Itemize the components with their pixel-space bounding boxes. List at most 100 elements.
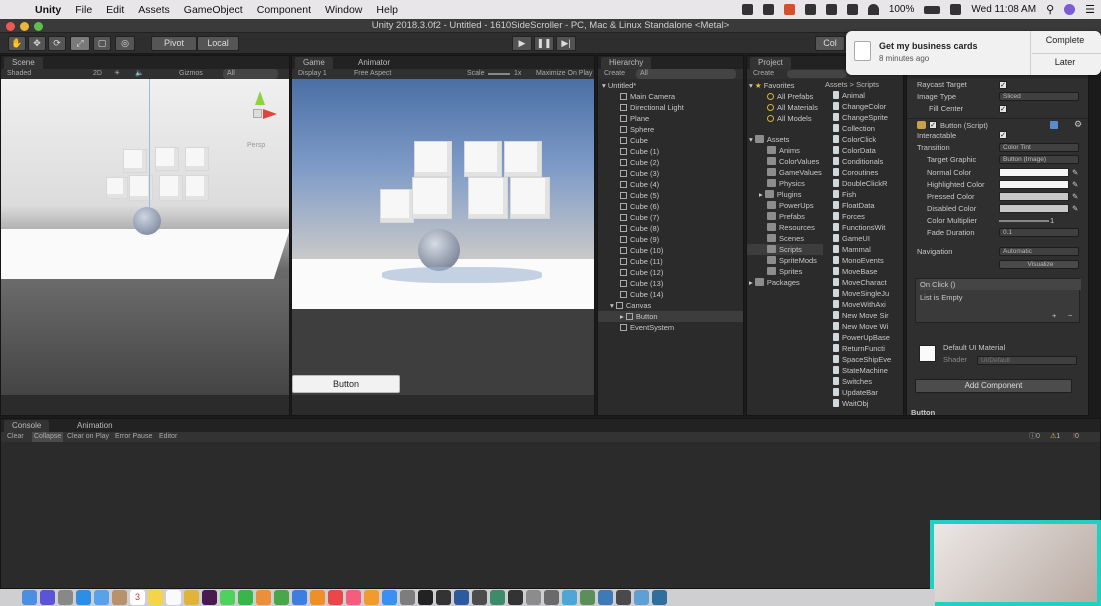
app-icon[interactable]	[490, 590, 505, 605]
sphere-object[interactable]	[418, 229, 460, 271]
reminders-icon[interactable]	[166, 590, 181, 605]
app-icon[interactable]	[616, 590, 631, 605]
plane-object[interactable]	[1, 229, 289, 279]
project-create-dropdown[interactable]: Create	[753, 69, 774, 79]
messages-icon[interactable]	[220, 590, 235, 605]
photos-icon[interactable]	[256, 590, 271, 605]
news-icon[interactable]	[328, 590, 343, 605]
cube-object[interactable]	[380, 189, 414, 223]
hierarchy-item[interactable]: Plane	[620, 113, 649, 124]
notes-icon[interactable]	[148, 590, 163, 605]
script-file[interactable]: SpaceShipEve	[833, 354, 891, 365]
favorites-folder[interactable]: ▾ ★ Favorites	[749, 80, 795, 91]
favorite-item[interactable]: All Prefabs	[767, 91, 813, 102]
display-dropdown[interactable]: Display 1	[298, 69, 327, 79]
pause-button[interactable]: ❚❚	[534, 36, 554, 51]
battery-icon[interactable]	[924, 5, 941, 14]
script-file[interactable]: New Move Wi	[833, 321, 888, 332]
cube-object[interactable]	[412, 177, 452, 219]
hierarchy-item[interactable]: Cube (1)	[620, 146, 659, 157]
color-multiplier-value[interactable]: 1	[1050, 215, 1054, 226]
spotlight-search-icon[interactable]: ⚲	[1046, 3, 1054, 16]
script-file[interactable]: MonoEvents	[833, 255, 884, 266]
cube-object[interactable]	[185, 175, 209, 201]
eyedropper-icon[interactable]: ✎	[1072, 191, 1078, 202]
packages-folder[interactable]: ▸ Packages	[749, 277, 800, 288]
asset-folder[interactable]: Scenes	[767, 233, 804, 244]
app-icon[interactable]	[580, 590, 595, 605]
cube-object[interactable]	[159, 175, 183, 201]
maximize-on-play-toggle[interactable]: Maximize On Play	[536, 69, 592, 79]
pressed-color-swatch[interactable]	[999, 192, 1069, 201]
normal-color-swatch[interactable]	[999, 168, 1069, 177]
clock[interactable]: Wed 11:08 AM	[971, 4, 1036, 15]
assets-folder[interactable]: ▾ Assets	[749, 134, 789, 145]
siri-icon[interactable]	[1064, 4, 1076, 15]
remove-event-button[interactable]: −	[1068, 310, 1072, 321]
script-file[interactable]: ChangeSprite	[833, 112, 888, 123]
aspect-dropdown[interactable]: Free Aspect	[354, 69, 391, 79]
tray-app-icon[interactable]	[783, 4, 795, 15]
script-file[interactable]: ReturnFuncti	[833, 343, 885, 354]
hierarchy-item[interactable]: EventSystem	[620, 322, 674, 333]
favorite-item[interactable]: All Models	[767, 113, 812, 124]
button-component-header[interactable]: ✓ Button (Script) ⚙	[907, 118, 1088, 130]
safari-icon[interactable]	[76, 590, 91, 605]
system-preferences-icon[interactable]	[400, 590, 415, 605]
script-file[interactable]: UpdateBar	[833, 387, 878, 398]
shader-dropdown[interactable]: UI/Default	[977, 356, 1077, 365]
disabled-color-swatch[interactable]	[999, 204, 1069, 213]
asset-folder[interactable]: Physics	[767, 178, 805, 189]
visualize-button[interactable]: Visualize	[999, 260, 1079, 269]
menu-help[interactable]: Help	[376, 4, 398, 16]
button-component-enabled-checkbox[interactable]: ✓	[929, 121, 937, 129]
add-component-button[interactable]: Add Component	[915, 379, 1072, 393]
menu-file[interactable]: File	[75, 4, 92, 16]
shading-mode-dropdown[interactable]: Shaded	[7, 69, 31, 79]
hierarchy-item[interactable]: Cube (2)	[620, 157, 659, 168]
scene-viewport[interactable]: Persp	[1, 79, 289, 395]
slack-icon[interactable]	[202, 590, 217, 605]
siri-icon[interactable]	[40, 590, 55, 605]
numbers-icon[interactable]	[274, 590, 289, 605]
battery-percent[interactable]: 100%	[889, 4, 915, 15]
tab-hierarchy[interactable]: Hierarchy	[601, 57, 652, 69]
material-swatch[interactable]	[919, 345, 936, 362]
launchpad-icon[interactable]	[58, 590, 73, 605]
component-settings-icon[interactable]: ⚙	[1074, 119, 1082, 130]
console-clear-button[interactable]: Clear	[7, 432, 24, 442]
target-graphic-field[interactable]: Button (Image)	[999, 155, 1079, 164]
hierarchy-item[interactable]: Cube (9)	[620, 234, 659, 245]
tab-animator[interactable]: Animator	[350, 57, 398, 69]
hand-tool-button[interactable]: ✋	[8, 36, 26, 51]
game-viewport[interactable]: Button	[292, 79, 594, 395]
asset-folder[interactable]: PowerUps	[767, 200, 814, 211]
menu-app-unity[interactable]: Unity	[35, 4, 61, 16]
image-type-dropdown[interactable]: Sliced	[999, 92, 1079, 101]
reminder-notification[interactable]: Get my business cards 8 minutes ago Comp…	[846, 31, 1101, 75]
tab-project[interactable]: Project	[750, 57, 791, 69]
asset-folder[interactable]: Sprites	[767, 266, 802, 277]
script-file[interactable]: Animal	[833, 90, 865, 101]
cube-object[interactable]	[155, 147, 179, 171]
hierarchy-item[interactable]: Cube (10)	[620, 245, 663, 256]
console-error-pause-button[interactable]: Error Pause	[115, 432, 152, 442]
local-toggle[interactable]: Local	[197, 36, 239, 51]
eyedropper-icon[interactable]: ✎	[1072, 203, 1078, 214]
tray-app-icon[interactable]	[741, 4, 753, 15]
highlighted-color-swatch[interactable]	[999, 180, 1069, 189]
hierarchy-item[interactable]: Cube (5)	[620, 190, 659, 201]
rotate-tool-button[interactable]: ⟳	[48, 36, 66, 51]
script-file[interactable]: FloatData	[833, 200, 875, 211]
menu-gameobject[interactable]: GameObject	[184, 4, 243, 16]
app-icon[interactable]	[508, 590, 523, 605]
tray-app-icon[interactable]	[804, 4, 816, 15]
unity-icon[interactable]	[418, 590, 433, 605]
audio-toggle-icon[interactable]: 🔈	[135, 69, 144, 79]
menu-window[interactable]: Window	[325, 4, 362, 16]
script-file[interactable]: WaitObj	[833, 398, 868, 409]
ui-button[interactable]: Button	[292, 375, 400, 393]
hierarchy-item[interactable]: Cube (4)	[620, 179, 659, 190]
app-store-icon[interactable]	[382, 590, 397, 605]
gizmos-dropdown[interactable]: Gizmos	[179, 69, 203, 79]
